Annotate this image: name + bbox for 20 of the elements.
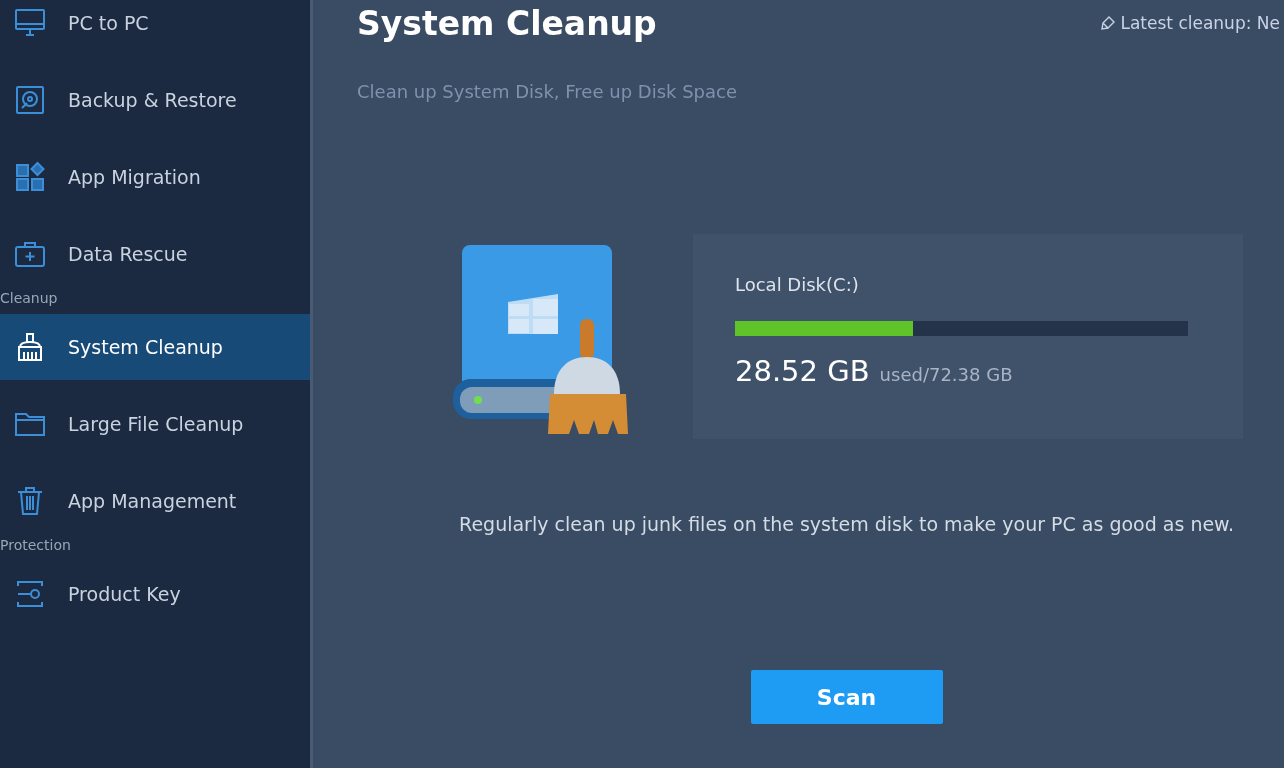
sidebar-heading: Cleanup — [0, 290, 59, 306]
sidebar-item[interactable]: Product Key — [0, 561, 310, 627]
sidebar-item[interactable]: System Cleanup — [0, 314, 310, 380]
key-icon — [14, 578, 46, 610]
page-subtitle: Clean up System Disk, Free up Disk Space — [357, 81, 739, 102]
description: Regularly clean up junk files on the system disk to make your PC as good as new. — [459, 513, 1234, 535]
latest-cleanup: Latest cleanup: Ne — [1120, 13, 1280, 33]
monitor-icon — [14, 7, 46, 39]
apps-icon — [14, 161, 46, 193]
disk-name: Local Disk(C:) — [735, 274, 860, 295]
sidebar-item[interactable]: PC to PC — [0, 0, 310, 56]
used-space: 28.52 GB — [735, 354, 870, 388]
sidebar-heading: Protection — [0, 537, 72, 553]
sidebar-item[interactable]: Backup & Restore — [0, 67, 310, 133]
sidebar-item[interactable]: App Migration — [0, 144, 310, 210]
page-title: System Cleanup — [357, 3, 657, 43]
sidebar-item[interactable]: App Management — [0, 468, 310, 534]
sidebar-item[interactable]: Large File Cleanup — [0, 391, 310, 457]
total-space: used/72.38 GB — [879, 364, 1013, 385]
sidebar-item[interactable]: Data Rescue — [0, 221, 310, 287]
